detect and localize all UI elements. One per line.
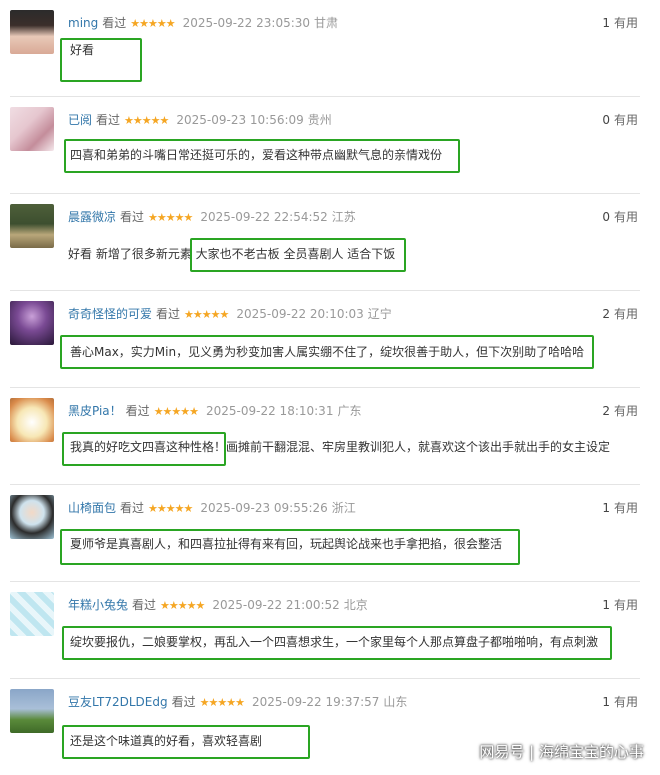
watched-label: 看过 [171,695,196,709]
review-text: 还是这个味道真的好看，喜欢轻喜剧 [70,734,263,748]
review-meta: 豆友LT72DLDEdg 看过 ★★★★★ 2025-09-22 19:37:57 山东 [68,693,407,711]
rating-stars: ★★★★★ [153,405,199,418]
review-meta: ming 看过 ★★★★★ 2025-09-22 23:05:30 甘肃 [68,14,338,32]
review-location: 广东 [337,404,362,418]
review-text: 好看 [70,43,95,57]
review-time: 2025-09-22 21:00:52 [212,598,340,612]
review-text: 夏师爷是真喜剧人，和四喜拉扯得有来有回，玩起舆论战来也手拿把掐，很会整活 [70,537,503,551]
avatar[interactable] [10,204,54,248]
review-time: 2025-09-22 18:10:31 [206,404,334,418]
useful-button[interactable]: 1 有用 [602,14,638,31]
username-link[interactable]: 已阅 [68,113,92,127]
review-time: 2025-09-22 22:54:52 [200,210,328,224]
username-link[interactable]: 晨露微凉 [68,210,116,224]
watched-label: 看过 [96,113,121,127]
review-location: 江苏 [331,210,356,224]
avatar[interactable] [10,495,54,539]
review-time: 2025-09-22 23:05:30 [182,16,311,30]
review-time: 2025-09-23 09:55:26 [200,501,328,515]
useful-label: 有用 [613,501,638,515]
useful-button[interactable]: 0 有用 [602,111,638,128]
review-meta: 年糕小兔兔 看过 ★★★★★ 2025-09-22 21:00:52 北京 [68,596,368,614]
username-link[interactable]: 奇奇怪怪的可爱 [68,307,152,321]
useful-count: 1 [602,16,610,30]
useful-button[interactable]: 2 有用 [602,305,638,322]
useful-button[interactable]: 2 有用 [602,402,638,419]
rating-stars: ★★★★★ [184,308,229,321]
username-link[interactable]: 豆友LT72DLDEdg [68,695,168,709]
review-item: 奇奇怪怪的可爱 看过 ★★★★★ 2025-09-22 20:10:03 辽宁 2 有用 … [10,291,640,388]
review-time: 2025-09-23 10:56:09 [176,113,304,127]
review-text: 我真的好吃文四喜这种性格！画摊前干翻混混、牢房里教训犯人，就喜欢这个该出手就出手… [70,440,611,454]
review-location: 浙江 [331,501,356,515]
review-text: 善心Max，实力Min，见义勇为秒变加害人属实绷不住了，绽坎很善于助人，但下次别… [70,345,585,359]
rating-stars: ★★★★★ [148,211,193,224]
review-location: 甘肃 [314,16,339,30]
useful-label: 有用 [613,307,638,321]
watched-label: 看过 [132,598,157,612]
avatar[interactable] [10,689,54,733]
watermark: 网易号 | 海绵宝宝的心事 [479,743,644,761]
rating-stars: ★★★★★ [199,696,245,709]
review-meta: 山椅面包 看过 ★★★★★ 2025-09-23 09:55:26 浙江 [68,499,356,517]
useful-count: 0 [602,113,610,127]
review-time: 2025-09-22 19:37:57 [251,695,380,709]
watched-label: 看过 [120,210,145,224]
review-text: 四喜和弟弟的斗嘴日常还挺可乐的，爱看这种带点幽默气息的亲情戏份 [70,148,443,162]
avatar[interactable] [10,107,54,151]
rating-stars: ★★★★★ [160,599,205,612]
review-text: 好看 新增了很多新元素 大家也不老古板 全员喜剧人 适合下饭 [68,247,396,261]
review-item: 已阅 看过 ★★★★★ 2025-09-23 10:56:09 贵州 0 有用 四喜和弟弟… [10,97,640,194]
review-location: 北京 [343,598,368,612]
avatar[interactable] [10,10,54,54]
useful-button[interactable]: 1 有用 [602,596,638,613]
rating-stars: ★★★★★ [130,17,175,30]
useful-count: 1 [602,695,610,709]
watched-label: 看过 [102,16,127,30]
review-item: 黑皮Pia！ 看过 ★★★★★ 2025-09-22 18:10:31 广东 2 有用 我… [10,388,640,485]
review-meta: 已阅 看过 ★★★★★ 2025-09-23 10:56:09 贵州 [68,111,332,129]
useful-button[interactable]: 1 有用 [602,499,638,516]
review-location: 山东 [383,695,408,709]
review-item: ming 看过 ★★★★★ 2025-09-22 23:05:30 甘肃 1 有用 好看 [10,0,640,97]
review-meta: 黑皮Pia！ 看过 ★★★★★ 2025-09-22 18:10:31 广东 [68,402,361,420]
page: { "reviews": [ {"user":"ming","watched":… [0,0,660,772]
useful-button[interactable]: 0 有用 [602,208,638,225]
useful-button[interactable]: 1 有用 [602,693,638,710]
useful-count: 1 [602,598,610,612]
review-location: 贵州 [307,113,332,127]
useful-label: 有用 [613,113,638,127]
watched-label: 看过 [120,501,145,515]
username-link[interactable]: 年糕小兔兔 [68,598,128,612]
username-link[interactable]: 山椅面包 [68,501,116,515]
useful-count: 1 [602,501,610,515]
useful-count: 2 [602,404,610,418]
review-item: 晨露微凉 看过 ★★★★★ 2025-09-22 22:54:52 江苏 0 有用 好看 … [10,194,640,291]
review-location: 辽宁 [367,307,392,321]
review-item: 年糕小兔兔 看过 ★★★★★ 2025-09-22 21:00:52 北京 1 有用 绽坎… [10,582,640,679]
avatar[interactable] [10,301,54,345]
review-item: 山椅面包 看过 ★★★★★ 2025-09-23 09:55:26 浙江 1 有用 夏师爷… [10,485,640,582]
useful-label: 有用 [613,695,638,709]
useful-count: 2 [602,307,610,321]
username-link[interactable]: ming [68,16,98,30]
rating-stars: ★★★★★ [124,114,169,127]
useful-label: 有用 [613,210,638,224]
avatar[interactable] [10,592,54,636]
useful-label: 有用 [613,404,638,418]
review-time: 2025-09-22 20:10:03 [236,307,364,321]
rating-stars: ★★★★★ [148,502,193,515]
useful-label: 有用 [613,16,638,30]
watched-label: 看过 [156,307,181,321]
avatar[interactable] [10,398,54,442]
useful-count: 0 [602,210,610,224]
review-meta: 奇奇怪怪的可爱 看过 ★★★★★ 2025-09-22 20:10:03 辽宁 [68,305,392,323]
useful-label: 有用 [613,598,638,612]
watched-label: 看过 [125,404,150,418]
review-text: 绽坎要报仇，二娘要掌权，再乱入一个四喜想求生，一个家里每个人那点算盘子都啪啪响，… [70,635,599,649]
review-meta: 晨露微凉 看过 ★★★★★ 2025-09-22 22:54:52 江苏 [68,208,356,226]
username-link[interactable]: 黑皮Pia！ [68,404,122,418]
